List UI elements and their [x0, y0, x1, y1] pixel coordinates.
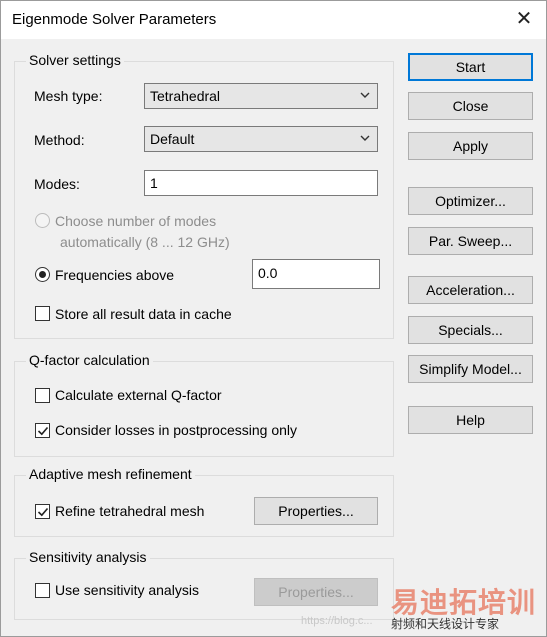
- choose-modes-radio[interactable]: [35, 213, 50, 228]
- consider-losses-checkbox[interactable]: [35, 423, 50, 438]
- frequencies-above-radio[interactable]: [35, 267, 50, 282]
- qfactor-group: Q-factor calculation: [14, 352, 394, 457]
- solver-settings-legend: Solver settings: [26, 52, 124, 68]
- mesh-type-dropdown[interactable]: Tetrahedral: [144, 83, 378, 109]
- title-bar: Eigenmode Solver Parameters ✕: [1, 1, 546, 39]
- close-icon[interactable]: ✕: [514, 8, 534, 30]
- start-button[interactable]: Start: [408, 53, 533, 81]
- mesh-type-label: Mesh type:: [34, 88, 103, 104]
- frequencies-above-value: 0.0: [258, 265, 278, 281]
- help-button[interactable]: Help: [408, 406, 533, 434]
- adaptive-mesh-legend: Adaptive mesh refinement: [26, 466, 195, 482]
- radio-selected-dot: [39, 271, 46, 278]
- refine-mesh-label: Refine tetrahedral mesh: [55, 503, 205, 519]
- par-sweep-button[interactable]: Par. Sweep...: [408, 227, 533, 255]
- frequencies-above-label: Frequencies above: [55, 267, 175, 283]
- watermark: 易迪拓培训 射频和天线设计专家: [391, 581, 541, 631]
- watermark-tagline: 射频和天线设计专家: [391, 617, 500, 631]
- store-cache-label: Store all result data in cache: [55, 306, 232, 322]
- external-qfactor-label: Calculate external Q-factor: [55, 387, 222, 403]
- sensitivity-label: Use sensitivity analysis: [55, 582, 199, 598]
- checkmark-icon: [37, 507, 49, 517]
- sensitivity-checkbox[interactable]: [35, 583, 50, 598]
- modes-value: 1: [150, 175, 158, 191]
- solver-parameters-dialog: Eigenmode Solver Parameters ✕ Solver set…: [0, 0, 547, 637]
- checkmark-icon: [37, 426, 49, 436]
- apply-button[interactable]: Apply: [408, 132, 533, 160]
- choose-modes-sublabel: automatically (8 ... 12 GHz): [60, 234, 230, 250]
- watermark-url: https://blog.c...: [301, 615, 373, 627]
- acceleration-button[interactable]: Acceleration...: [408, 276, 533, 304]
- external-qfactor-checkbox[interactable]: [35, 388, 50, 403]
- optimizer-button[interactable]: Optimizer...: [408, 187, 533, 215]
- consider-losses-label: Consider losses in postprocessing only: [55, 422, 298, 438]
- chevron-down-icon: [360, 135, 370, 141]
- close-button[interactable]: Close: [408, 92, 533, 120]
- refine-mesh-checkbox[interactable]: [35, 504, 50, 519]
- specials-button[interactable]: Specials...: [408, 316, 533, 344]
- sensitivity-properties-button[interactable]: Properties...: [254, 578, 378, 606]
- window-title: Eigenmode Solver Parameters: [12, 11, 217, 28]
- modes-label: Modes:: [34, 176, 80, 192]
- method-value: Default: [150, 131, 195, 147]
- method-label: Method:: [34, 132, 85, 148]
- mesh-type-value: Tetrahedral: [150, 88, 221, 104]
- choose-modes-label: Choose number of modes: [55, 213, 217, 229]
- sensitivity-legend: Sensitivity analysis: [26, 549, 150, 565]
- simplify-model-button[interactable]: Simplify Model...: [408, 355, 533, 383]
- modes-field[interactable]: 1: [144, 170, 378, 196]
- chevron-down-icon: [360, 92, 370, 98]
- frequencies-above-field[interactable]: 0.0: [252, 259, 380, 289]
- method-dropdown[interactable]: Default: [144, 126, 378, 152]
- qfactor-legend: Q-factor calculation: [26, 352, 153, 368]
- store-cache-checkbox[interactable]: [35, 306, 50, 321]
- adaptive-properties-button[interactable]: Properties...: [254, 497, 378, 525]
